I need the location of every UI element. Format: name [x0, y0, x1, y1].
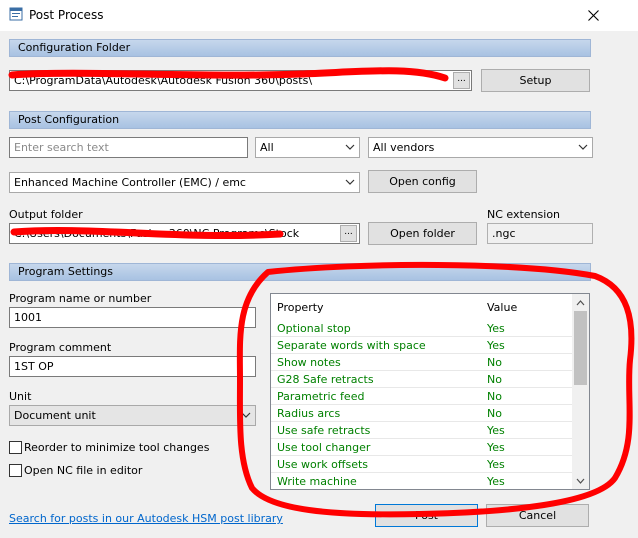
property-grid-header: Property Value	[271, 294, 573, 320]
open-folder-button[interactable]: Open folder	[368, 222, 477, 245]
chevron-down-icon	[241, 412, 251, 418]
property-row[interactable]: Use tool changer Yes	[271, 439, 573, 456]
property-name: Use work offsets	[277, 458, 369, 471]
property-row[interactable]: Optional stop Yes	[271, 320, 573, 337]
unit-dropdown[interactable]: Document unit	[9, 405, 256, 426]
property-value[interactable]: Yes	[487, 441, 505, 454]
reorder-label: Reorder to minimize tool changes	[24, 441, 210, 454]
cancel-button[interactable]: Cancel	[486, 504, 589, 527]
property-column-header: Property	[277, 301, 324, 314]
unit-label: Unit	[9, 390, 32, 403]
property-grid-scrollbar[interactable]	[572, 294, 589, 489]
close-button[interactable]	[573, 0, 613, 31]
property-row[interactable]: Write machine Yes	[271, 473, 573, 489]
close-icon	[587, 10, 599, 21]
property-value[interactable]: No	[487, 356, 502, 369]
property-value[interactable]: No	[487, 407, 502, 420]
program-name-label: Program name or number	[9, 292, 152, 305]
configuration-folder-path[interactable]: C:\ProgramData\Autodesk\Autodesk Fusion …	[9, 70, 472, 91]
property-name: Show notes	[277, 356, 341, 369]
chevron-down-icon	[345, 144, 355, 150]
vendor-dropdown[interactable]: All vendors	[368, 137, 593, 158]
post-configuration-header: Post Configuration	[9, 111, 591, 129]
property-rows: Optional stop Yes Separate words with spac…	[271, 320, 573, 489]
property-row[interactable]: G28 Safe retracts No	[271, 371, 573, 388]
post-button[interactable]: Post	[375, 504, 478, 527]
property-row[interactable]: Separate words with space Yes	[271, 337, 573, 354]
open-nc-checkbox[interactable]	[9, 464, 22, 477]
property-value[interactable]: Yes	[487, 458, 505, 471]
property-row[interactable]: Use work offsets Yes	[271, 456, 573, 473]
search-input[interactable]: Enter search text	[9, 137, 248, 158]
output-folder-path[interactable]: C:\Users\Documents\Fusion 360\NC Program…	[9, 223, 360, 244]
property-name: Optional stop	[277, 322, 351, 335]
property-grid[interactable]: Property Value Optional stop Yes Separate …	[270, 293, 590, 490]
window-title: Post Process	[29, 8, 104, 22]
scroll-up-arrow-icon	[576, 299, 585, 305]
chevron-down-icon	[578, 144, 588, 150]
program-comment-label: Program comment	[9, 341, 112, 354]
property-name: Parametric feed	[277, 390, 365, 403]
property-row[interactable]: Use safe retracts Yes	[271, 422, 573, 439]
value-column-header: Value	[487, 301, 518, 314]
property-row[interactable]: Parametric feed No	[271, 388, 573, 405]
property-value[interactable]: Yes	[487, 475, 505, 488]
property-name: Use tool changer	[277, 441, 371, 454]
nc-extension-field[interactable]: .ngc	[487, 223, 593, 244]
property-value[interactable]: Yes	[487, 322, 505, 335]
program-settings-header: Program Settings	[9, 263, 591, 281]
configuration-folder-browse-button[interactable]: ...	[453, 72, 470, 89]
setup-button[interactable]: Setup	[481, 69, 590, 92]
output-folder-label: Output folder	[9, 208, 83, 221]
property-name: Write machine	[277, 475, 357, 488]
property-value[interactable]: Yes	[487, 424, 505, 437]
program-comment-input[interactable]: 1ST OP	[9, 356, 256, 377]
hsm-post-library-link[interactable]: Search for posts in our Autodesk HSM pos…	[9, 512, 283, 525]
property-name: Radius arcs	[277, 407, 341, 420]
program-name-input[interactable]: 1001	[9, 307, 256, 328]
post-process-app-icon	[9, 7, 23, 21]
property-row[interactable]: Show notes No	[271, 354, 573, 371]
property-value[interactable]: No	[487, 390, 502, 403]
chevron-down-icon	[345, 179, 355, 185]
unit-value: Document unit	[14, 409, 96, 422]
open-nc-label: Open NC file in editor	[24, 464, 143, 477]
post-value: Enhanced Machine Controller (EMC) / emc	[14, 176, 246, 189]
nc-extension-label: NC extension	[487, 208, 561, 221]
filter-value: All	[260, 141, 274, 154]
scroll-up-button[interactable]	[572, 294, 589, 311]
property-value[interactable]: Yes	[487, 339, 505, 352]
property-row[interactable]: Radius arcs No	[271, 405, 573, 422]
vendor-value: All vendors	[373, 141, 435, 154]
property-name: Separate words with space	[277, 339, 426, 352]
property-value[interactable]: No	[487, 373, 502, 386]
output-folder-browse-button[interactable]: ...	[340, 225, 357, 242]
search-placeholder: Enter search text	[14, 141, 109, 154]
scroll-down-arrow-icon	[576, 478, 585, 484]
open-config-button[interactable]: Open config	[368, 170, 477, 193]
scroll-thumb[interactable]	[574, 311, 587, 385]
configuration-folder-header: Configuration Folder	[9, 39, 591, 57]
property-name: G28 Safe retracts	[277, 373, 374, 386]
filter-dropdown[interactable]: All	[255, 137, 360, 158]
post-dropdown[interactable]: Enhanced Machine Controller (EMC) / emc	[9, 172, 360, 193]
scroll-down-button[interactable]	[572, 472, 589, 489]
reorder-checkbox[interactable]	[9, 441, 22, 454]
property-name: Use safe retracts	[277, 424, 371, 437]
